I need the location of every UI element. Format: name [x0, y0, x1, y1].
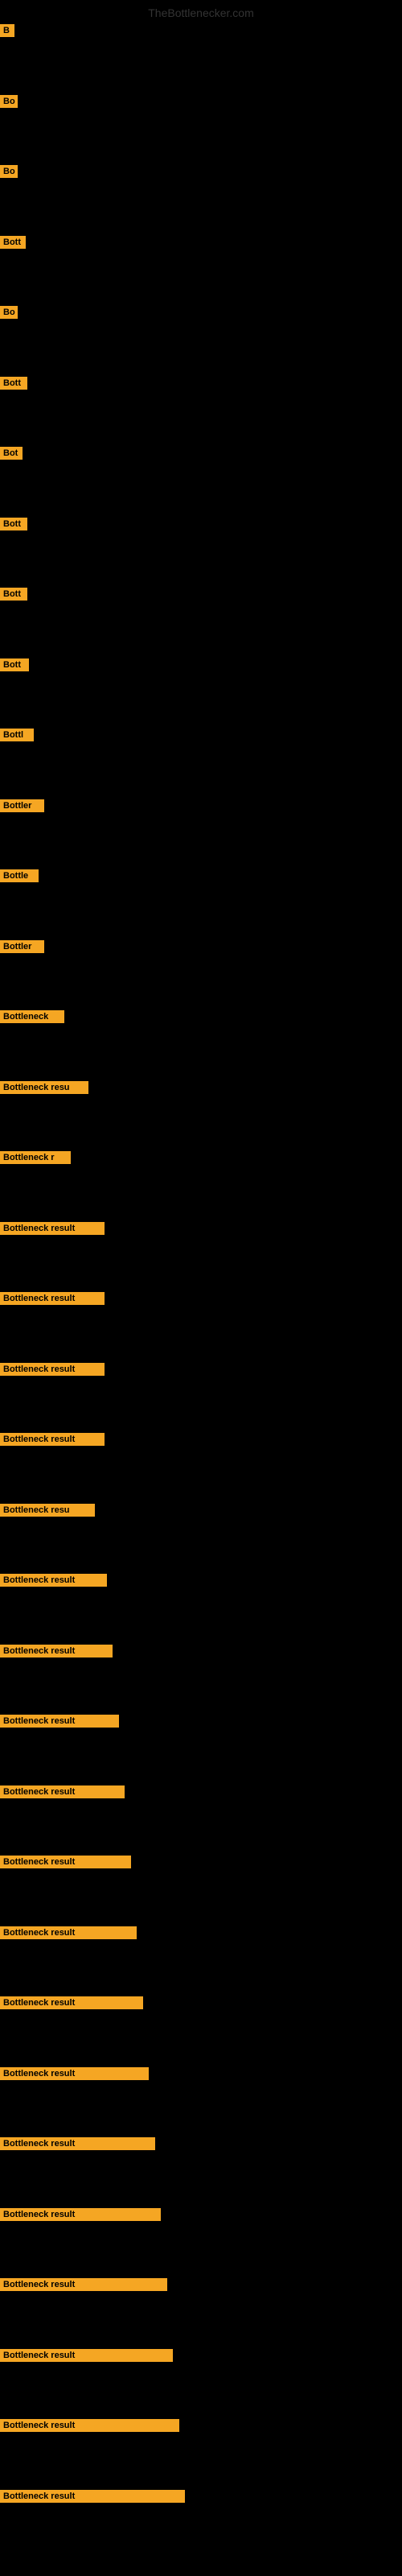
bottleneck-label-18: Bottleneck result [0, 1222, 105, 1235]
bottleneck-label-5: Bo [0, 306, 18, 319]
bottleneck-label-16: Bottleneck resu [0, 1081, 88, 1094]
bottleneck-label-17: Bottleneck r [0, 1151, 71, 1164]
bottleneck-label-22: Bottleneck resu [0, 1504, 95, 1517]
bottleneck-label-34: Bottleneck result [0, 2349, 173, 2362]
bottleneck-label-1: B [0, 24, 14, 37]
bottleneck-label-19: Bottleneck result [0, 1292, 105, 1305]
bottleneck-label-10: Bott [0, 658, 29, 671]
bottleneck-label-4: Bott [0, 236, 26, 249]
bottleneck-label-33: Bottleneck result [0, 2278, 167, 2291]
bottleneck-label-30: Bottleneck result [0, 2067, 149, 2080]
bottleneck-label-6: Bott [0, 377, 27, 390]
bottleneck-label-2: Bo [0, 95, 18, 108]
bottleneck-label-28: Bottleneck result [0, 1926, 137, 1939]
bottleneck-label-29: Bottleneck result [0, 1996, 143, 2009]
bottleneck-label-24: Bottleneck result [0, 1645, 113, 1657]
bottleneck-label-14: Bottler [0, 940, 44, 953]
bottleneck-label-12: Bottler [0, 799, 44, 812]
bottleneck-label-36: Bottleneck result [0, 2490, 185, 2503]
bottleneck-label-15: Bottleneck [0, 1010, 64, 1023]
bottleneck-label-23: Bottleneck result [0, 1574, 107, 1587]
bottleneck-label-21: Bottleneck result [0, 1433, 105, 1446]
bottleneck-label-3: Bo [0, 165, 18, 178]
bottleneck-label-31: Bottleneck result [0, 2137, 155, 2150]
bottleneck-label-27: Bottleneck result [0, 1856, 131, 1868]
bottleneck-label-9: Bott [0, 588, 27, 601]
bottleneck-label-20: Bottleneck result [0, 1363, 105, 1376]
bottleneck-label-32: Bottleneck result [0, 2208, 161, 2221]
bottleneck-label-7: Bot [0, 447, 23, 460]
bottleneck-label-26: Bottleneck result [0, 1785, 125, 1798]
site-title: TheBottlenecker.com [148, 6, 254, 19]
bottleneck-label-11: Bottl [0, 729, 34, 741]
bottleneck-label-8: Bott [0, 518, 27, 530]
bottleneck-label-25: Bottleneck result [0, 1715, 119, 1728]
bottleneck-label-13: Bottle [0, 869, 39, 882]
bottleneck-label-35: Bottleneck result [0, 2419, 179, 2432]
